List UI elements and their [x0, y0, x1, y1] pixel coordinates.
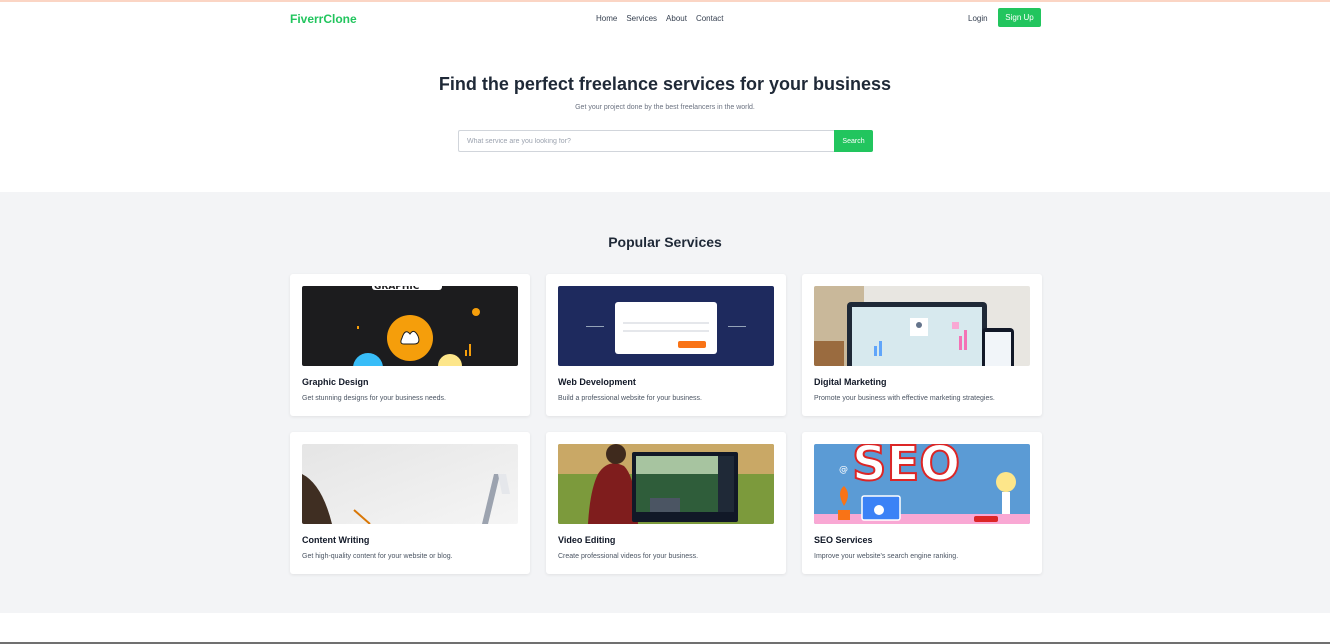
- service-card-web-development[interactable]: Web Development Build a professional web…: [546, 274, 786, 416]
- digital-marketing-image: [814, 286, 1030, 366]
- card-description: Promote your business with effective mar…: [814, 395, 995, 402]
- service-card-video-editing[interactable]: Video Editing Create professional videos…: [546, 432, 786, 574]
- search-button[interactable]: Search: [834, 130, 873, 152]
- card-description: Get stunning designs for your business n…: [302, 395, 446, 402]
- card-title: SEO Services: [814, 535, 873, 545]
- login-link[interactable]: Login: [968, 14, 988, 23]
- navbar: FiverrClone Home Services About Contact Log…: [0, 2, 1330, 36]
- popular-services-section: Popular Services GRAPHIC Graphic Design …: [0, 192, 1330, 613]
- service-card-content-writing[interactable]: Content Writing Get high-quality content…: [290, 432, 530, 574]
- card-title: Video Editing: [558, 535, 616, 545]
- video-editing-image: [558, 444, 774, 524]
- logo[interactable]: FiverrClone: [290, 12, 357, 26]
- content-writing-image: [302, 444, 518, 524]
- signup-button[interactable]: Sign Up: [998, 8, 1041, 27]
- service-card-seo-services[interactable]: SEO @ SEO Services Improve your website'…: [802, 432, 1042, 574]
- card-title: Content Writing: [302, 535, 370, 545]
- hero-title: Find the perfect freelance services for …: [438, 74, 892, 94]
- card-title: Graphic Design: [302, 377, 369, 387]
- card-title: Web Development: [558, 377, 636, 387]
- nav-link-home[interactable]: Home: [596, 14, 617, 23]
- search-input[interactable]: [458, 130, 835, 152]
- section-title: Popular Services: [608, 234, 722, 250]
- nav-link-contact[interactable]: Contact: [696, 14, 724, 23]
- footer-edge: [0, 640, 1330, 644]
- card-title: Digital Marketing: [814, 377, 887, 387]
- card-description: Improve your website's search engine ran…: [814, 553, 959, 560]
- svg-text:GRAPHIC: GRAPHIC: [374, 286, 420, 292]
- nav-links: Home Services About Contact: [596, 14, 733, 23]
- seo-image: SEO @: [814, 444, 1030, 524]
- service-card-digital-marketing[interactable]: Digital Marketing Promote your business …: [802, 274, 1042, 416]
- card-description: Build a professional website for your bu…: [558, 395, 702, 402]
- hero-subtitle: Get your project done by the best freela…: [575, 104, 755, 111]
- card-description: Get high-quality content for your websit…: [302, 553, 453, 560]
- nav-link-about[interactable]: About: [666, 14, 687, 23]
- graphic-design-image: GRAPHIC: [302, 286, 518, 366]
- svg-text:@: @: [839, 465, 848, 475]
- web-development-image: [558, 286, 774, 366]
- service-card-graphic-design[interactable]: GRAPHIC Graphic Design Get stunning desi…: [290, 274, 530, 416]
- card-description: Create professional videos for your busi…: [558, 553, 699, 560]
- nav-link-services[interactable]: Services: [626, 14, 657, 23]
- svg-text:SEO: SEO: [852, 444, 960, 492]
